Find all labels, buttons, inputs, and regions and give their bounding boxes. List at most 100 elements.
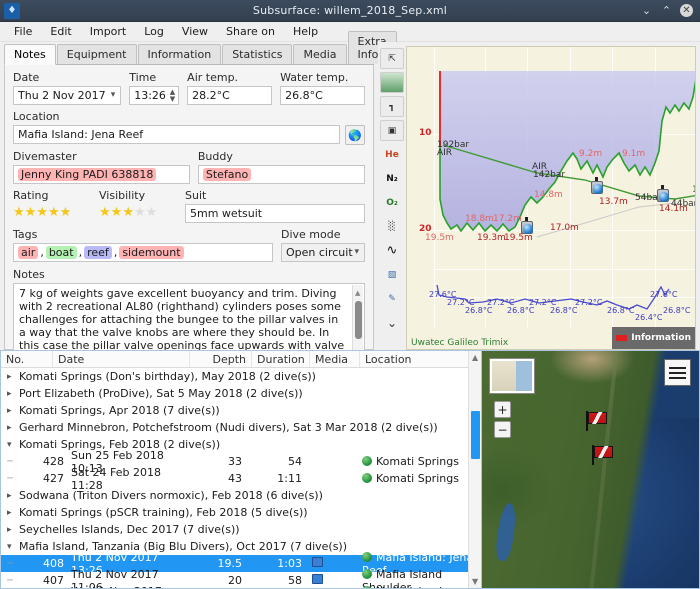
tree-branch-icon: ─ (7, 575, 13, 586)
scroll-up-icon[interactable]: ▲ (355, 287, 360, 300)
dive-mode-select[interactable]: Open circuit ▾ (281, 243, 365, 262)
dive-number: 407 (43, 574, 64, 587)
more-options-icon[interactable]: ⌄ (380, 312, 404, 333)
calculated-ceiling-icon[interactable]: ┓ (380, 96, 404, 117)
column-header-media[interactable]: Media (310, 351, 360, 367)
dc-ceiling-icon[interactable]: ▣ (380, 120, 404, 141)
expand-arrow-icon[interactable]: ▸ (7, 389, 19, 399)
dive-depth: 19.5 (217, 557, 243, 570)
tab-media[interactable]: Media (293, 44, 347, 64)
expand-arrow-icon[interactable]: ▸ (7, 406, 19, 416)
heartrate-icon[interactable]: ∿ (380, 240, 404, 261)
menu-share-on[interactable]: Share on (218, 23, 283, 40)
zoom-out-button[interactable]: − (494, 421, 511, 438)
scroll-down-icon[interactable]: ▼ (472, 577, 478, 586)
menu-edit[interactable]: Edit (42, 23, 79, 40)
notes-scroll-thumb[interactable] (355, 301, 362, 339)
tag-air[interactable]: air (18, 246, 39, 259)
dive-flag-marker[interactable] (586, 411, 608, 431)
menu-import[interactable]: Import (82, 23, 135, 40)
time-label: Time (129, 71, 157, 84)
tags-field[interactable]: air, boat, reef, sidemount (13, 243, 273, 262)
zoom-in-button[interactable]: + (494, 401, 511, 418)
scale-profile-icon[interactable]: ⇱ (380, 48, 404, 69)
divemaster-field[interactable]: Jenny King PADI 638818 (13, 165, 190, 184)
location-field[interactable]: Mafia Island: Jena Reef (13, 125, 340, 144)
divemaster-label: Divemaster (13, 150, 77, 163)
dc-reported-ceiling-icon[interactable] (380, 72, 404, 93)
column-header-depth[interactable]: Depth (190, 351, 252, 367)
scroll-up-icon[interactable]: ▲ (472, 353, 478, 362)
time-field[interactable]: 13:26 ▲ ▼ (129, 86, 180, 105)
tree-branch-icon: ─ (7, 558, 13, 569)
dive-location: Komati Springs (360, 455, 481, 468)
tag-sidemount[interactable]: sidemount (119, 246, 184, 259)
globe-icon (362, 551, 372, 562)
menu-view[interactable]: View (174, 23, 216, 40)
close-button[interactable]: ✕ (680, 4, 693, 17)
globe-icon[interactable]: 🌎 (345, 125, 365, 145)
chevron-down-icon: ▾ (354, 247, 359, 257)
trip-label: Komati Springs, Apr 2018 (7 dive(s)) (19, 404, 220, 417)
trip-row[interactable]: ▸ Komati Springs, Apr 2018 (7 dive(s)) (1, 402, 481, 419)
expand-arrow-icon[interactable]: ▸ (7, 372, 19, 382)
nitrogen-icon[interactable]: N₂ (380, 168, 404, 189)
information-overlay[interactable]: Information (612, 327, 695, 349)
photos-icon[interactable]: ▧ (380, 264, 404, 285)
buddy-field[interactable]: Stefano (197, 165, 365, 184)
dive-computer-event-icon[interactable] (519, 217, 534, 234)
air-temp-field[interactable]: 28.2°C (187, 86, 273, 105)
suit-field[interactable]: 5mm wetsuit (185, 204, 365, 223)
oxygen-icon[interactable]: O₂ (380, 192, 404, 213)
table-row[interactable]: ─ 427 Sat 24 Feb 2018 11:28 43 1:11 Koma… (1, 466, 481, 492)
tissue-graph-icon[interactable]: ░ (380, 216, 404, 237)
trip-row[interactable]: ▸ Sodwana (Triton Divers normoxic), Feb … (1, 487, 481, 504)
column-header-duration[interactable]: Duration (252, 351, 310, 367)
dive-flag-marker[interactable] (592, 445, 614, 465)
tab-statistics[interactable]: Statistics (222, 44, 293, 64)
expand-arrow-icon[interactable]: ▸ (7, 423, 19, 433)
expand-arrow-icon[interactable]: ▸ (7, 491, 19, 501)
dive-list-rows: ▸ Komati Springs (Don's birthday), May 2… (1, 368, 481, 588)
tab-equipment[interactable]: Equipment (56, 44, 137, 64)
trip-row[interactable]: ▸ Komati Springs (pSCR training), Feb 20… (1, 504, 481, 521)
collapse-arrow-icon[interactable]: ▾ (7, 542, 19, 552)
spinner-arrows-icon[interactable]: ▲ ▼ (170, 89, 175, 103)
menu-help[interactable]: Help (285, 23, 326, 40)
tag-boat[interactable]: boat (45, 246, 77, 259)
trip-row[interactable]: ▸ Seychelles Islands, Dec 2017 (7 dive(s… (1, 521, 481, 538)
date-field[interactable]: Thu 2 Nov 2017 ▾ (13, 86, 122, 105)
window-controls: ⌄ ⌃ ✕ (640, 4, 700, 17)
tag-reef[interactable]: reef (84, 246, 112, 259)
dive-list-scrollbar[interactable]: ▲ ▼ (468, 351, 481, 588)
map-panel[interactable]: + − (482, 350, 700, 589)
water-temp-field[interactable]: 26.8°C (280, 86, 365, 105)
tab-notes[interactable]: Notes (4, 44, 56, 65)
column-header-location[interactable]: Location (360, 351, 481, 367)
tab-information[interactable]: Information (137, 44, 222, 64)
column-header-no[interactable]: No. (1, 351, 53, 367)
dive-list-scroll-thumb[interactable] (471, 411, 480, 459)
globe-icon (362, 456, 372, 466)
helium-icon[interactable]: He (380, 144, 404, 165)
expand-arrow-icon[interactable]: ▸ (7, 508, 19, 518)
trip-row[interactable]: ▸ Port Elizabeth (ProDive), Sat 5 May 20… (1, 385, 481, 402)
dive-list[interactable]: No. Date Depth Duration Media Location ▸… (0, 350, 482, 589)
collapse-arrow-icon[interactable]: ▾ (7, 440, 19, 450)
trip-row[interactable]: ▸ Gerhard Minnebron, Potchefstroom (Nudi… (1, 419, 481, 436)
column-header-date[interactable]: Date (53, 351, 190, 367)
rating-stars[interactable]: ★ ★ ★ ★ ★ (13, 204, 91, 222)
menu-log[interactable]: Log (136, 23, 172, 40)
map-overview-thumbnail[interactable] (490, 359, 534, 393)
minimize-button[interactable]: ⌄ (640, 4, 653, 17)
menu-file[interactable]: File (6, 23, 40, 40)
hamburger-menu-icon[interactable] (664, 359, 691, 386)
ruler-icon[interactable]: ✎ (380, 288, 404, 309)
trip-row[interactable]: ▸ Komati Springs (Don's birthday), May 2… (1, 368, 481, 385)
visibility-stars[interactable]: ★ ★ ★ ★ ★ (99, 204, 177, 222)
maximize-button[interactable]: ⌃ (660, 4, 673, 17)
dive-profile-chart[interactable]: 10 20 10 30 50 (406, 46, 696, 350)
expand-arrow-icon[interactable]: ▸ (7, 525, 19, 535)
dive-computer-event-icon[interactable] (589, 177, 604, 194)
dive-computer-event-icon[interactable] (655, 185, 670, 202)
